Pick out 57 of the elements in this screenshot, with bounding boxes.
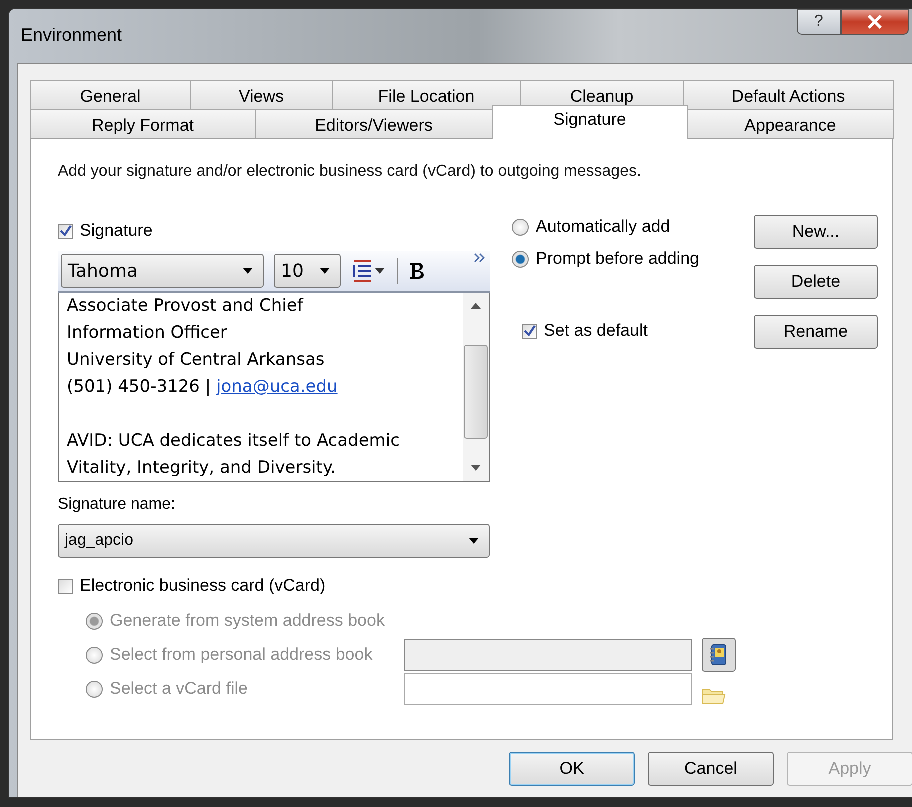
signature-button[interactable]: Delete <box>754 265 878 299</box>
vcard-checkbox[interactable] <box>58 578 73 594</box>
tab[interactable]: File Location <box>332 80 521 110</box>
address-book-icon <box>709 644 729 666</box>
address-book-field[interactable] <box>404 639 692 671</box>
signature-text: Vitality, Integrity, and Diversity. <box>67 458 336 478</box>
radio-label: Select a vCard file <box>110 679 248 699</box>
signature-button[interactable]: Rename <box>754 315 878 349</box>
font-dropdown[interactable]: Tahoma <box>61 254 264 288</box>
tab[interactable]: Views <box>190 80 333 110</box>
help-button[interactable]: ? <box>797 9 841 35</box>
radio-label: Prompt before adding <box>536 249 700 269</box>
email-link[interactable]: jona@uca.edu <box>216 377 338 397</box>
signature-text: Associate Provost and Chief <box>67 296 304 316</box>
window-title: Environment <box>21 25 122 46</box>
signature-button[interactable]: New... <box>754 215 878 249</box>
more-icon[interactable] <box>474 253 486 263</box>
signature-name-dropdown[interactable]: jag_apcio <box>58 524 490 558</box>
tab[interactable]: Editors/Viewers <box>255 109 493 139</box>
tab[interactable]: Reply Format <box>30 109 256 139</box>
vcard-label: Electronic business card (vCard) <box>80 576 326 596</box>
dropdown-arrow-icon <box>469 538 479 544</box>
radio-label: Automatically add <box>536 217 670 237</box>
close-button[interactable] <box>841 9 909 35</box>
font-size-dropdown[interactable]: 10 <box>274 254 341 288</box>
tab[interactable]: Default Actions <box>683 80 894 110</box>
signature-name-label: Signature name: <box>58 496 176 514</box>
signature-text: (501) 450-3126 | <box>67 377 212 397</box>
radio-label: Select from personal address book <box>110 645 373 665</box>
dropdown-arrow-icon <box>320 268 330 274</box>
dialog-button[interactable]: OK <box>509 752 635 786</box>
address-book-button[interactable] <box>702 638 736 672</box>
bullet-list-icon[interactable] <box>351 259 387 283</box>
signature-label: Signature <box>80 221 153 241</box>
signature-text: University of Central Arkansas <box>67 350 325 370</box>
description-text: Add your signature and/or electronic business card (vCard) to outgoing messages. <box>58 163 642 181</box>
signature-checkbox[interactable] <box>58 224 73 238</box>
scroll-down-icon[interactable] <box>471 465 481 471</box>
dialog-button[interactable]: Cancel <box>648 752 774 786</box>
scroll-thumb[interactable] <box>464 345 488 439</box>
tab[interactable]: Signature <box>492 105 688 139</box>
signature-text: AVID: UCA dedicates itself to Academic <box>67 431 400 451</box>
set-default-label: Set as default <box>544 321 648 341</box>
vertical-scrollbar[interactable] <box>463 293 489 481</box>
signature-editor[interactable]: Associate Provost and Chief Information Officer University of Central Arkansas (501) 450-3126 | jona@uca.edu AVID: UCA dedicates itself to Academic Vitality, Integrity, and Diversity. <box>58 293 490 482</box>
radio-button[interactable] <box>512 218 529 236</box>
tab[interactable]: Appearance <box>687 109 894 139</box>
bold-icon[interactable] <box>408 261 426 281</box>
radio-button[interactable] <box>512 250 529 268</box>
signature-text: Information Officer <box>67 323 228 343</box>
set-default-checkbox[interactable] <box>522 324 537 338</box>
vcard-file-field[interactable] <box>404 673 692 705</box>
tab[interactable]: General <box>30 80 191 110</box>
close-icon <box>867 15 883 29</box>
scroll-up-icon[interactable] <box>471 303 481 309</box>
dropdown-arrow-icon <box>243 268 253 274</box>
radio-label: Generate from system address book <box>110 611 385 631</box>
